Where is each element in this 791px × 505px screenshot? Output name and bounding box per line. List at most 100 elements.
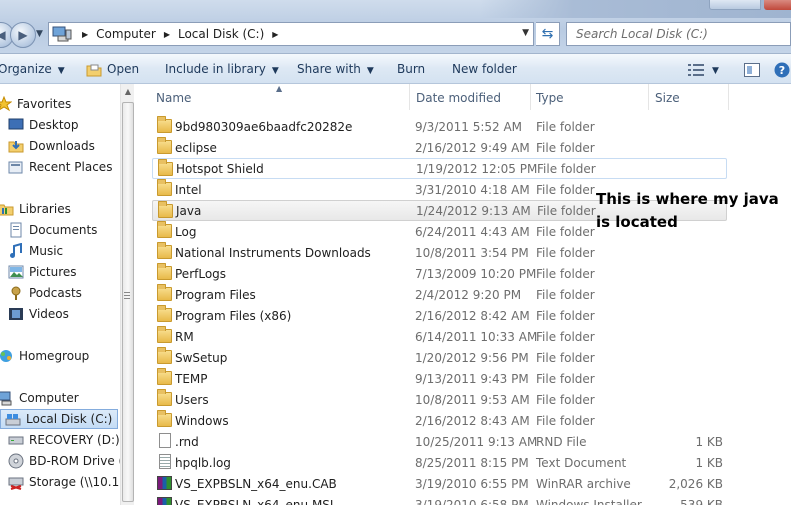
file-type: File folder: [537, 161, 596, 176]
address-dropdown-icon[interactable]: ▼: [522, 28, 529, 38]
close-window-button[interactable]: [764, 0, 791, 10]
organize-button[interactable]: Organize ▼: [0, 54, 65, 84]
nav-computer[interactable]: Computer: [0, 388, 79, 408]
recent-pages-dropdown[interactable]: ▼: [36, 29, 46, 41]
scrollbar-thumb[interactable]: [122, 102, 134, 502]
file-row[interactable]: Windows 2/16/2012 8:43 AM File folder: [152, 410, 727, 431]
column-header-type[interactable]: Type: [532, 84, 649, 110]
file-row[interactable]: RM 6/14/2011 10:33 AM File folder: [152, 326, 727, 347]
help-button[interactable]: ?: [774, 54, 790, 84]
file-row[interactable]: PerfLogs 7/13/2009 10:20 PM File folder: [152, 263, 727, 284]
file-row[interactable]: eclipse 2/16/2012 9:49 AM File folder: [152, 137, 727, 158]
nav-videos[interactable]: Videos: [8, 304, 69, 324]
new-folder-button[interactable]: New folder: [452, 54, 517, 84]
file-type: WinRAR archive: [536, 476, 631, 491]
file-row[interactable]: National Instruments Downloads 10/8/2011 …: [152, 242, 727, 263]
file-date-modified: 10/8/2011 3:54 PM: [415, 245, 529, 260]
podcasts-icon: [11, 286, 21, 300]
file-name: Program Files: [175, 287, 256, 302]
file-date-modified: 6/14/2011 10:33 AM: [415, 329, 538, 344]
file-type: File folder: [536, 287, 595, 302]
file-row[interactable]: VS_EXPBSLN_x64_enu.MSI 3/19/2010 6:58 PM W…: [152, 494, 727, 505]
file-row[interactable]: TEMP 9/13/2011 9:43 PM File folder: [152, 368, 727, 389]
file-type: RND File: [536, 434, 587, 449]
help-icon: ?: [774, 62, 790, 77]
file-row[interactable]: .rnd 10/25/2011 9:13 AM RND File 1 KB: [152, 431, 727, 452]
file-type: File folder: [536, 329, 595, 344]
file-row[interactable]: VS_EXPBSLN_x64_enu.CAB 3/19/2010 6:55 PM W…: [152, 473, 727, 494]
file-date-modified: 1/24/2012 9:13 AM: [416, 203, 531, 218]
file-date-modified: 3/19/2010 6:55 PM: [415, 476, 529, 491]
folder-icon: [157, 368, 172, 385]
file-row[interactable]: Program Files 2/4/2012 9:20 PM File folder: [152, 284, 727, 305]
nav-libraries[interactable]: Libraries: [0, 199, 71, 219]
file-name: Java: [176, 203, 202, 218]
videos-icon: [9, 308, 23, 320]
open-folder-icon: [86, 64, 102, 76]
preview-pane-button[interactable]: [744, 54, 760, 84]
annotation-text: This is where my java is located: [596, 190, 779, 231]
nav-podcasts[interactable]: Podcasts: [8, 283, 82, 303]
file-size: 539 KB: [680, 497, 723, 505]
folder-icon: [157, 242, 172, 259]
nav-documents[interactable]: Documents: [8, 220, 97, 240]
column-header-name[interactable]: Name: [152, 84, 410, 110]
maximize-button[interactable]: [709, 0, 761, 10]
pane-divider[interactable]: [134, 84, 152, 505]
file-type: File folder: [536, 371, 595, 386]
nav-recent-places[interactable]: Recent Places: [8, 157, 112, 177]
nav-downloads[interactable]: Downloads: [8, 136, 95, 156]
column-header-date-modified[interactable]: Date modified: [412, 84, 531, 110]
file-name: RM: [175, 329, 194, 344]
breadcrumb-local-disk[interactable]: Local Disk (C:) ▶: [178, 27, 286, 41]
nav-storage[interactable]: Storage (\\10.10.1: [8, 472, 138, 492]
file-row[interactable]: Program Files (x86) 2/16/2012 8:42 AM File…: [152, 305, 727, 326]
change-view-button[interactable]: ▼: [688, 54, 719, 84]
file-row[interactable]: SwSetup 1/20/2012 9:56 PM File folder: [152, 347, 727, 368]
drive-icon: [8, 436, 24, 445]
file-type: File folder: [536, 140, 595, 155]
computer-icon: [52, 26, 72, 42]
scroll-up-icon[interactable]: ▲: [123, 87, 133, 96]
breadcrumb-separator[interactable]: ▶: [76, 30, 96, 39]
breadcrumb-computer[interactable]: Computer ▶: [96, 27, 178, 41]
back-arrow-icon: ◀: [0, 28, 6, 42]
file-name: VS_EXPBSLN_x64_enu.MSI: [175, 497, 334, 505]
refresh-button[interactable]: ⇆: [536, 22, 560, 46]
nav-desktop[interactable]: Desktop: [8, 115, 79, 135]
nav-recovery[interactable]: RECOVERY (D:): [8, 430, 120, 450]
file-name: TEMP: [175, 371, 208, 386]
pictures-icon: [8, 265, 24, 279]
installer-icon: [157, 497, 172, 505]
forward-button[interactable]: ▶: [10, 22, 36, 48]
nav-music[interactable]: Music: [8, 241, 63, 261]
nav-pane-scrollbar[interactable]: ▲: [120, 84, 134, 505]
search-input[interactable]: Search Local Disk (C:): [566, 22, 791, 46]
disc-drive-icon: [8, 453, 24, 469]
folder-icon: [157, 179, 172, 196]
file-name: Users: [175, 392, 209, 407]
file-name: Hotspot Shield: [176, 161, 264, 176]
address-bar-area: ◀ ▶ ▼ ▶ Computer ▶ Local Disk (C:) ▶ ▼ ⇆ S…: [0, 0, 791, 54]
share-with-button[interactable]: Share with ▼: [297, 54, 374, 84]
file-name: VS_EXPBSLN_x64_enu.CAB: [175, 476, 337, 491]
column-header-size[interactable]: Size: [651, 84, 729, 110]
file-date-modified: 10/25/2011 9:13 AM: [415, 434, 538, 449]
burn-button[interactable]: Burn: [397, 54, 425, 84]
file-name: .rnd: [175, 434, 199, 449]
nav-bdrom[interactable]: BD-ROM Drive (F: [8, 451, 130, 471]
file-row[interactable]: Hotspot Shield 1/19/2012 12:05 PM File fol…: [152, 158, 727, 179]
address-bar[interactable]: ▶ Computer ▶ Local Disk (C:) ▶ ▼: [48, 22, 534, 46]
include-in-library-button[interactable]: Include in library ▼: [165, 54, 279, 84]
file-row[interactable]: 9bd980309ae6baadfc20282e 9/3/2011 5:52 AM…: [152, 116, 727, 137]
nav-favorites[interactable]: Favorites: [0, 94, 71, 114]
nav-homegroup[interactable]: Homegroup: [0, 346, 89, 366]
command-bar: Organize ▼ Open Include in library ▼ Share…: [0, 54, 791, 84]
nav-local-disk[interactable]: Local Disk (C:): [0, 409, 118, 429]
nav-pictures[interactable]: Pictures: [8, 262, 77, 282]
file-date-modified: 10/8/2011 9:53 AM: [415, 392, 530, 407]
file-row[interactable]: hpqlb.log 8/25/2011 8:15 PM Text Document 1…: [152, 452, 727, 473]
file-type: File folder: [536, 308, 595, 323]
file-row[interactable]: Users 10/8/2011 9:53 AM File folder: [152, 389, 727, 410]
open-button[interactable]: Open: [86, 54, 139, 84]
